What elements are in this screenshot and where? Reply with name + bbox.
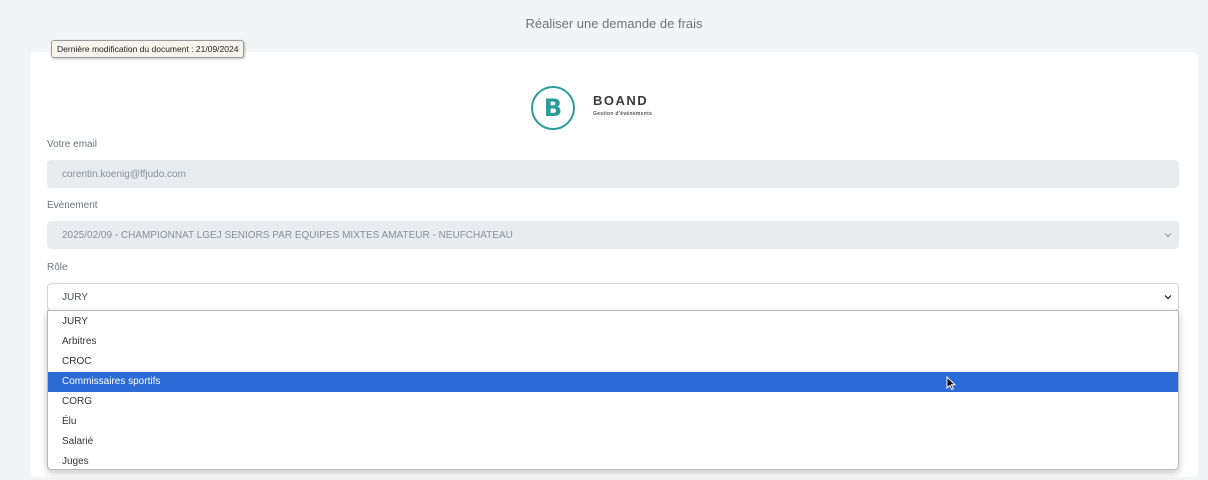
role-option[interactable]: Salarié [48, 432, 1178, 452]
role-option[interactable]: Juges [48, 452, 1178, 472]
chevron-down-icon [1164, 295, 1172, 300]
role-label: Rôle [47, 262, 68, 273]
email-field: corentin.koenig@ffjudo.com [47, 160, 1179, 188]
logo-tagline: Gestion d'événements [593, 111, 653, 117]
boand-logo-mark: B [531, 86, 575, 130]
chevron-down-icon [1164, 233, 1172, 238]
role-option-highlighted[interactable]: Commissaires sportifs [48, 372, 1178, 392]
role-option[interactable]: JURY [48, 312, 1178, 332]
role-dropdown-list[interactable]: JURY Arbitres CROC Commissaires sportifs… [47, 310, 1179, 470]
role-option[interactable]: Élu [48, 412, 1178, 432]
page-title: Réaliser une demande de frais [525, 16, 703, 31]
event-value: 2025/02/09 - CHAMPIONNAT LGEJ SENIORS PA… [62, 229, 513, 241]
role-option[interactable]: Arbitres [48, 332, 1178, 352]
email-label: Votre email [47, 139, 98, 150]
role-select[interactable]: JURY [47, 283, 1179, 311]
last-modified-tooltip: Dernière modification du document : 21/0… [51, 40, 245, 58]
role-option[interactable]: CROC [48, 352, 1178, 372]
boand-logo: B BOAND Gestion d'événements [531, 86, 652, 130]
email-value: corentin.koenig@ffjudo.com [62, 168, 186, 180]
role-option[interactable]: CORG [48, 392, 1178, 412]
event-select: 2025/02/09 - CHAMPIONNAT LGEJ SENIORS PA… [47, 221, 1179, 249]
event-label: Evènement [47, 200, 98, 211]
role-value: JURY [62, 291, 88, 303]
mouse-cursor-icon [946, 376, 956, 391]
logo-title: BOAND [593, 93, 649, 108]
logo-text: BOAND Gestion d'événements [593, 93, 652, 117]
